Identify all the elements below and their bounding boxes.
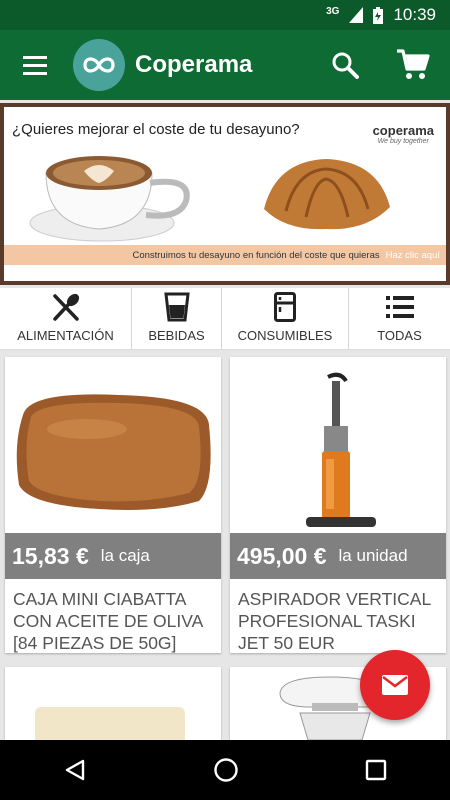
search-button[interactable] <box>322 42 368 88</box>
system-nav-bar <box>0 740 450 800</box>
category-alimentacion[interactable]: ALIMENTACIÓN <box>0 288 132 349</box>
category-bar: ALIMENTACIÓN BEBIDAS CONSUMIBLES TODAS <box>0 288 450 350</box>
product-name: CAJA MINI CIABATTA CON ACEITE DE OLIVA [… <box>13 589 203 653</box>
banner-brand-name: coperama <box>372 123 434 138</box>
category-todas[interactable]: TODAS <box>349 288 450 349</box>
croissant-image <box>264 159 390 230</box>
category-label: ALIMENTACIÓN <box>17 328 114 343</box>
network-type: 3G <box>326 5 340 17</box>
back-icon[interactable] <box>63 758 87 782</box>
category-label: CONSUMIBLES <box>237 328 333 343</box>
product-unit: la unidad <box>338 546 408 565</box>
signal-icon <box>349 7 364 23</box>
contact-mail-button[interactable] <box>360 650 430 720</box>
clock: 10:39 <box>393 5 436 24</box>
glass-icon <box>163 292 190 322</box>
category-label: TODAS <box>377 328 422 343</box>
banner-tagline: We buy together <box>377 138 429 145</box>
coperama-logo <box>73 39 125 91</box>
product-name: ASPIRADOR VERTICAL PROFESIONAL TASKI JET… <box>238 589 431 653</box>
banner-subtitle: Construimos tu desayuno en función del c… <box>132 249 380 261</box>
category-label: BEBIDAS <box>148 328 205 343</box>
price-tag: 15,83 € la caja <box>5 533 221 579</box>
banner-brand-logo: coperama We buy together <box>373 123 434 145</box>
home-icon[interactable] <box>213 757 239 783</box>
category-consumibles[interactable]: CONSUMIBLES <box>222 288 349 349</box>
product-card[interactable]: 15,83 € la caja CAJA MINI CIABATTA CON A… <box>5 357 221 653</box>
app-title: Coperama <box>135 51 253 78</box>
promo-banner[interactable]: ¿Quieres mejorar el coste de tu desayuno… <box>0 103 450 285</box>
app-bar: Coperama <box>0 30 450 100</box>
vacuum-cleaner-image <box>306 372 376 527</box>
search-icon <box>332 52 359 79</box>
status-bar: 3G 10:39 <box>0 0 450 30</box>
fork-knife-icon <box>52 293 79 321</box>
fridge-icon <box>274 292 296 322</box>
banner-caption: Construimos tu desayuno en función del c… <box>4 245 446 265</box>
ciabatta-image <box>16 394 211 510</box>
list-icon <box>385 296 414 318</box>
product-unit: la caja <box>100 546 150 565</box>
banner-question: ¿Quieres mejorar el coste de tu desayuno… <box>12 121 300 138</box>
category-bebidas[interactable]: BEBIDAS <box>132 288 222 349</box>
hamburger-icon <box>23 63 47 67</box>
menu-button[interactable] <box>0 30 70 100</box>
cart-icon <box>397 49 430 79</box>
product-price: 495,00 € <box>237 542 327 569</box>
price-tag: 495,00 € la unidad <box>230 533 446 579</box>
mail-icon <box>382 675 408 695</box>
recents-icon[interactable] <box>365 759 387 781</box>
banner-cta-link[interactable]: Haz clic aquí <box>386 250 440 261</box>
product-card[interactable] <box>5 667 221 740</box>
product-price: 15,83 € <box>12 542 89 569</box>
coffee-cup-image <box>29 156 190 242</box>
battery-icon <box>373 6 384 24</box>
product-card[interactable]: 495,00 € la unidad ASPIRADOR VERTICAL PR… <box>230 357 446 653</box>
cart-button[interactable] <box>388 40 438 90</box>
